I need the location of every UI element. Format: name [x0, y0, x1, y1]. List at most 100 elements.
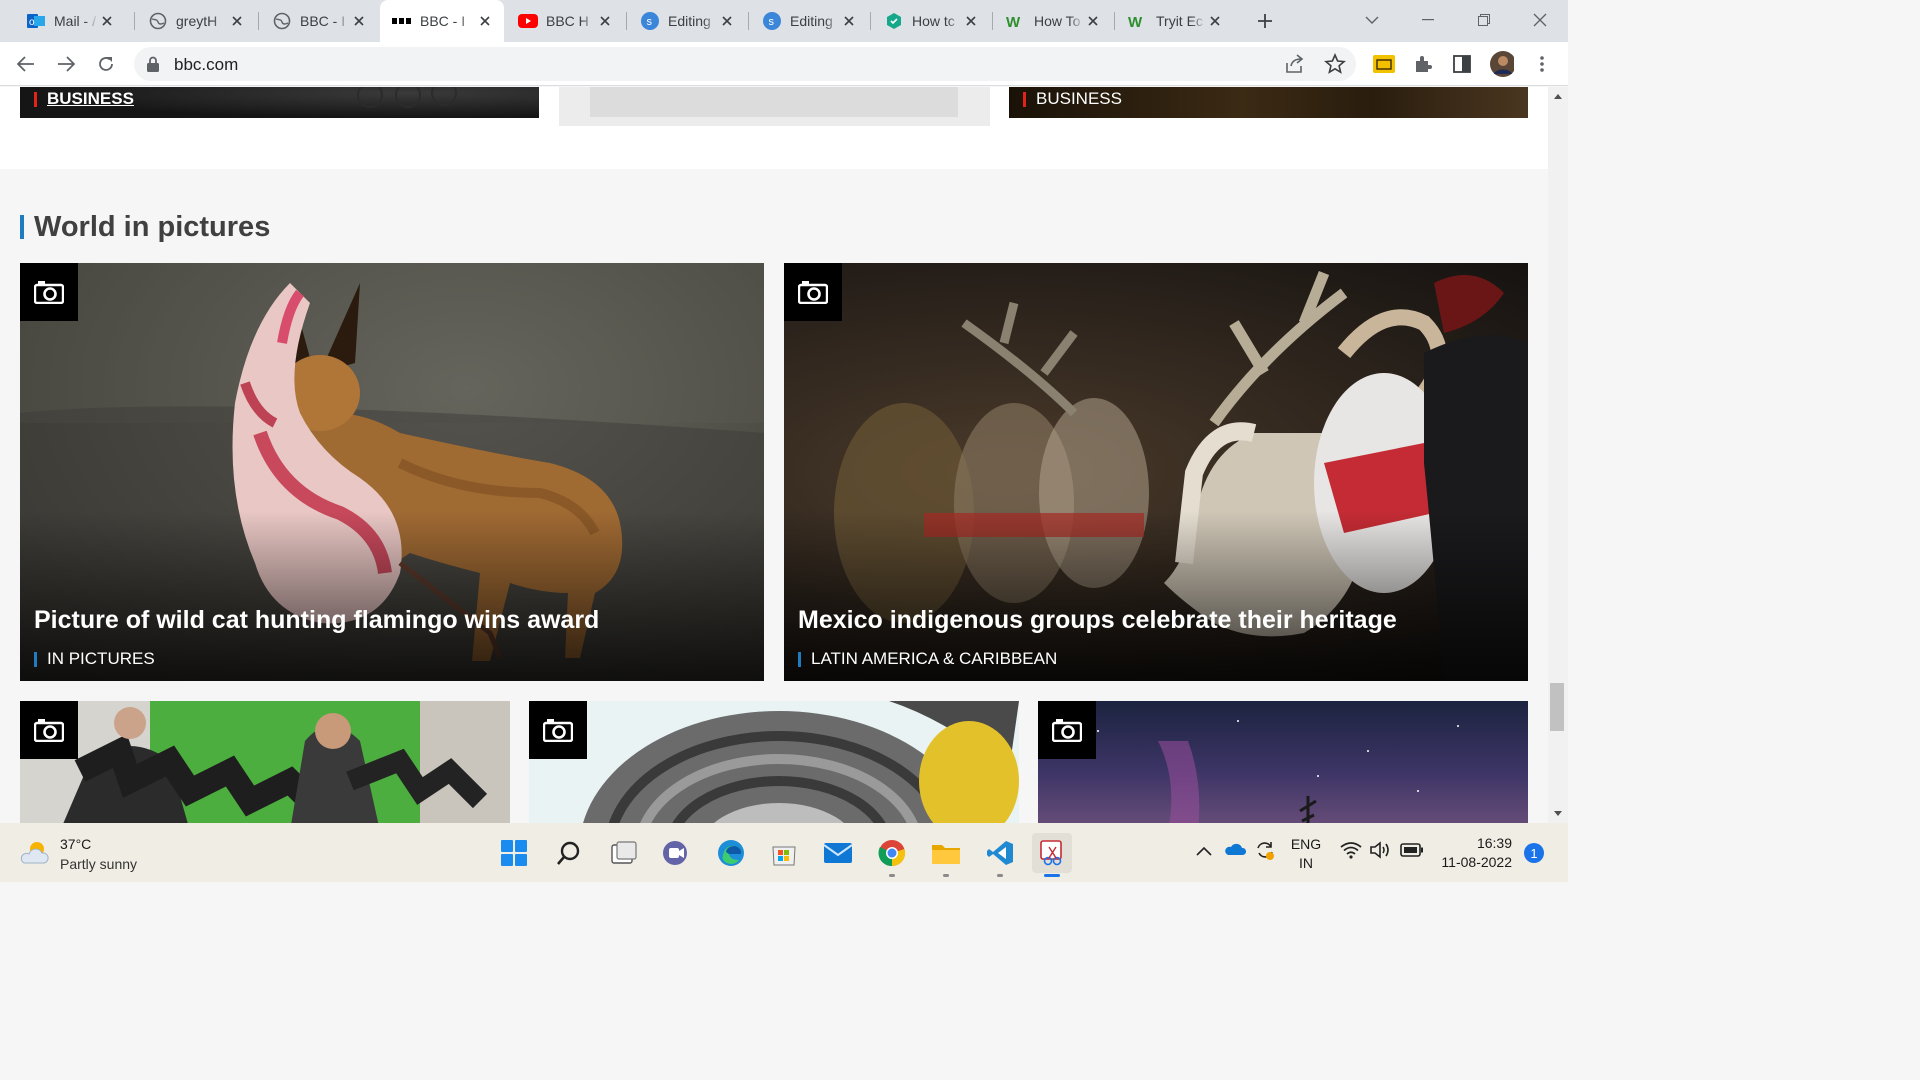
language-indicator[interactable]: ENG	[1288, 836, 1324, 852]
close-icon[interactable]	[1084, 12, 1102, 30]
tab-search-button[interactable]	[1344, 0, 1400, 40]
clock-date[interactable]: 11-08-2022	[1432, 854, 1512, 870]
tab-editing-2[interactable]: s Editing	[750, 0, 868, 42]
tab-editing-1[interactable]: s Editing	[628, 0, 746, 42]
minimize-button[interactable]	[1400, 0, 1456, 40]
scroll-down-icon[interactable]	[1548, 805, 1568, 821]
side-panel-icon[interactable]	[1450, 52, 1474, 76]
camera-icon	[20, 701, 78, 759]
tab-title: Editing	[790, 13, 833, 29]
new-tab-button[interactable]	[1252, 8, 1278, 34]
close-icon[interactable]	[962, 12, 980, 30]
extensions-puzzle-icon[interactable]	[1411, 52, 1435, 76]
more-menu-icon[interactable]	[1530, 52, 1554, 76]
page-scrollbar[interactable]	[1548, 87, 1568, 823]
ad-placeholder	[559, 87, 990, 126]
edge-button[interactable]	[711, 833, 751, 873]
start-button[interactable]	[494, 833, 534, 873]
category-tag[interactable]: BUSINESS	[34, 89, 134, 109]
bbc-icon	[392, 11, 412, 31]
show-hidden-icons-chevron[interactable]	[1196, 843, 1212, 861]
back-button[interactable]	[12, 50, 40, 78]
vscode-icon	[987, 841, 1013, 865]
headline[interactable]: Mexico indigenous groups celebrate their…	[798, 606, 1397, 635]
close-icon[interactable]	[476, 12, 494, 30]
close-icon[interactable]	[98, 12, 116, 30]
sync-icon[interactable]	[1254, 839, 1276, 866]
camera-icon	[529, 701, 587, 759]
close-icon[interactable]	[350, 12, 368, 30]
tab-tryit[interactable]: W Tryit Ec	[1116, 0, 1234, 42]
close-window-button[interactable]	[1512, 0, 1568, 40]
category-tag[interactable]: LATIN AMERICA & CARIBBEAN	[798, 649, 1057, 669]
profile-avatar[interactable]	[1490, 51, 1514, 77]
featured-card-wildcat[interactable]: Picture of wild cat hunting flamingo win…	[20, 263, 764, 681]
tab-how-to-1[interactable]: How tc	[872, 0, 990, 42]
snipping-tool-button[interactable]	[1032, 833, 1072, 877]
dancers-image	[20, 701, 510, 823]
lock-icon[interactable]	[146, 56, 160, 77]
address-bar[interactable]: bbc.com	[134, 47, 1356, 81]
onedrive-icon[interactable]	[1224, 841, 1247, 862]
browser-toolbar: bbc.com	[0, 42, 1568, 86]
snipping-tool-icon	[1040, 840, 1062, 866]
camera-icon	[1038, 701, 1096, 759]
tab-title: Tryit Ec	[1156, 13, 1203, 29]
clock-time[interactable]: 16:39	[1436, 835, 1512, 851]
business-card-right[interactable]: BUSINESS	[1009, 87, 1528, 118]
picture-card-armor[interactable]	[529, 701, 1019, 823]
keyboard-layout[interactable]: IN	[1288, 855, 1324, 871]
weather-temp: 37°C	[60, 836, 92, 852]
tab-bbc-1[interactable]: BBC - I	[260, 0, 378, 42]
tab-title: How To	[1034, 13, 1081, 29]
store-button[interactable]	[764, 833, 804, 873]
task-view-button[interactable]	[604, 833, 644, 873]
tab-how-to-2[interactable]: W How To	[994, 0, 1112, 42]
teams-chat-button[interactable]	[656, 833, 696, 873]
reload-button[interactable]	[92, 50, 120, 78]
tab-bbc-youtube[interactable]: BBC H	[506, 0, 624, 42]
picture-card-aurora[interactable]	[1038, 701, 1528, 823]
url-text[interactable]: bbc.com	[174, 55, 238, 75]
wifi-icon[interactable]	[1340, 841, 1362, 864]
forward-button[interactable]	[52, 50, 80, 78]
category-tag[interactable]: IN PICTURES	[34, 649, 155, 669]
running-indicator	[943, 874, 949, 877]
close-icon[interactable]	[718, 12, 736, 30]
tab-title: greytH	[176, 13, 218, 29]
close-icon[interactable]	[1206, 12, 1224, 30]
tab-greyth[interactable]: greytH	[136, 0, 256, 42]
close-icon[interactable]	[228, 12, 246, 30]
share-icon[interactable]	[1284, 53, 1306, 80]
tab-mail[interactable]: o Mail - /	[14, 0, 126, 42]
tab-title: How tc	[912, 13, 955, 29]
mail-button[interactable]	[818, 833, 858, 873]
scroll-up-icon[interactable]	[1548, 89, 1568, 105]
notification-badge[interactable]: 1	[1524, 843, 1544, 863]
chrome-button[interactable]	[872, 833, 912, 877]
battery-icon[interactable]	[1400, 843, 1424, 862]
search-button[interactable]	[549, 833, 589, 873]
svg-text:W: W	[1006, 14, 1021, 29]
close-icon[interactable]	[840, 12, 858, 30]
volume-icon[interactable]	[1370, 841, 1392, 864]
close-icon[interactable]	[596, 12, 614, 30]
aurora-image	[1097, 720, 1459, 823]
tab-title: BBC H	[546, 13, 589, 29]
vscode-button[interactable]	[980, 833, 1020, 877]
tab-title: BBC - I	[420, 13, 466, 29]
tab-title: Mail - /	[54, 13, 96, 29]
file-explorer-button[interactable]	[926, 833, 966, 877]
tab-bbc-active[interactable]: BBC - I	[380, 0, 504, 42]
category-tag[interactable]: BUSINESS	[1023, 89, 1122, 109]
featured-card-mexico[interactable]: Mexico indigenous groups celebrate their…	[784, 263, 1528, 681]
extension-icon[interactable]	[1372, 52, 1396, 76]
headline[interactable]: Picture of wild cat hunting flamingo win…	[34, 606, 599, 635]
business-card-left[interactable]: BUSINESS	[20, 87, 539, 118]
scrollbar-thumb[interactable]	[1550, 683, 1564, 731]
picture-card-dancers[interactable]	[20, 701, 510, 823]
restore-button[interactable]	[1456, 0, 1512, 40]
section-title[interactable]: World in pictures	[20, 211, 270, 244]
bookmark-star-icon[interactable]	[1324, 52, 1346, 80]
svg-text:W: W	[1128, 14, 1143, 29]
